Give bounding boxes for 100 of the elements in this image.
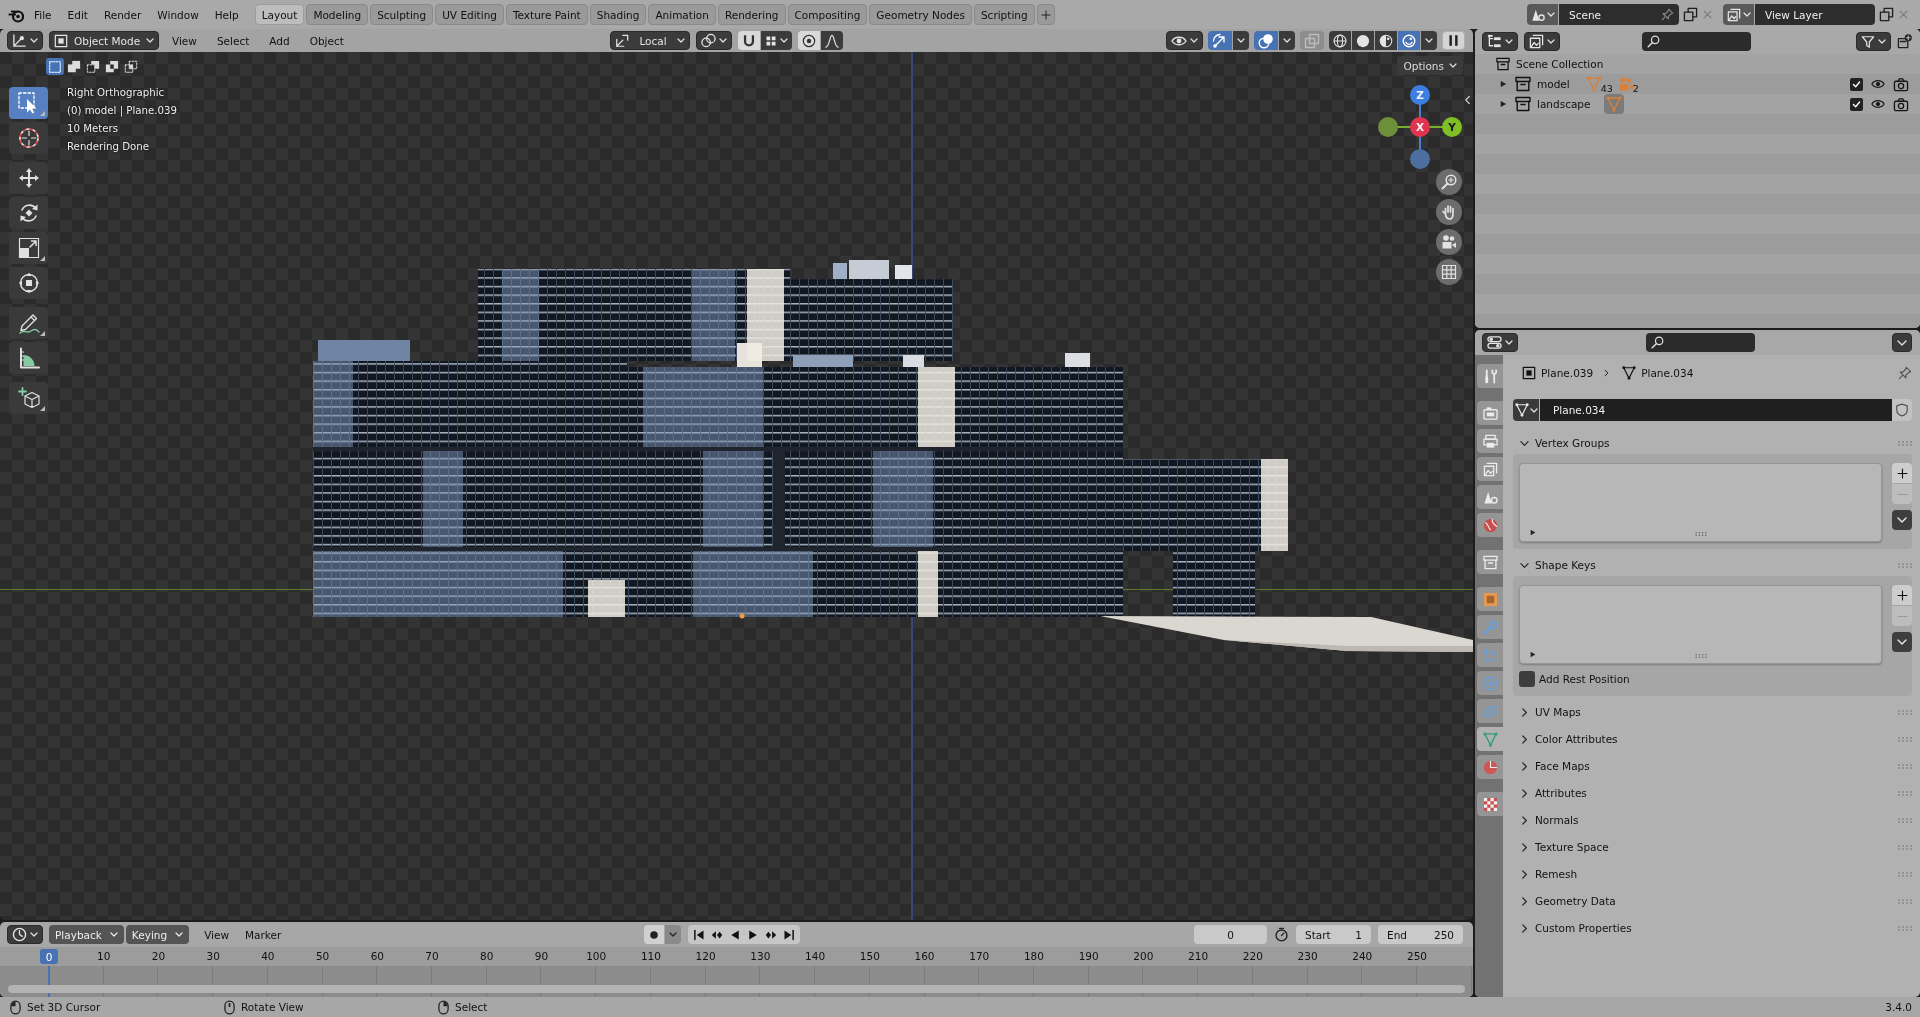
properties-tab[interactable] — [1477, 755, 1503, 779]
add-button[interactable] — [1892, 463, 1912, 483]
expand-triangle-icon[interactable] — [1530, 651, 1536, 658]
chevron-down-icon[interactable] — [1520, 438, 1529, 448]
skip-start-icon[interactable] — [693, 928, 705, 941]
stopwatch-icon[interactable] — [1274, 927, 1289, 942]
resize-grip-icon[interactable] — [1694, 532, 1707, 536]
start-frame-field[interactable]: Start 1 — [1296, 925, 1371, 944]
menu-item[interactable]: Select — [209, 31, 257, 50]
panel-title[interactable]: Color Attributes — [1535, 733, 1618, 745]
properties-tab[interactable] — [1477, 513, 1503, 537]
panel-title[interactable]: Texture Space — [1535, 841, 1609, 853]
chevron-down-icon[interactable] — [1520, 560, 1529, 570]
chevron-right-icon[interactable] — [1520, 788, 1529, 798]
mesh-browse-dropdown[interactable] — [1513, 399, 1539, 421]
end-frame-field[interactable]: End 250 — [1378, 925, 1463, 944]
menu-dropdown[interactable]: Keying — [125, 925, 190, 944]
panel-title[interactable]: Geometry Data — [1535, 895, 1616, 907]
tool-button[interactable] — [9, 162, 48, 194]
workspace-tab[interactable]: Compositing — [787, 4, 868, 25]
chevron-left-icon[interactable] — [1464, 95, 1471, 105]
panel-title[interactable]: Custom Properties — [1535, 922, 1632, 934]
pin-icon[interactable] — [1898, 366, 1912, 380]
panel-title[interactable]: Normals — [1535, 814, 1579, 826]
skip-end-icon[interactable] — [783, 928, 795, 941]
options-dropdown[interactable]: Options — [1397, 56, 1463, 75]
panel-title[interactable]: Shape Keys — [1535, 559, 1596, 571]
workspace-tab[interactable]: Scripting — [973, 4, 1035, 25]
scene-name-field[interactable]: Scene — [1559, 4, 1679, 25]
panel-title[interactable]: UV Maps — [1535, 706, 1581, 718]
gizmo-toggle[interactable] — [1208, 31, 1232, 50]
chevron-right-icon[interactable] — [1520, 923, 1529, 933]
workspace-tab[interactable]: Geometry Nodes — [869, 4, 972, 25]
editor-type-button[interactable] — [1482, 32, 1518, 51]
chevron-right-icon[interactable] — [1520, 896, 1529, 906]
selection-mode-button[interactable] — [84, 58, 102, 75]
panel-title[interactable]: Remesh — [1535, 868, 1578, 880]
shading-mode-button[interactable] — [1398, 31, 1420, 50]
tool-button[interactable] — [9, 232, 48, 264]
axis-handle[interactable]: Y — [1442, 117, 1462, 137]
workspace-tab[interactable]: UV Editing — [435, 4, 504, 25]
selection-mode-button[interactable] — [103, 58, 121, 75]
view-layer-name-field[interactable]: View Layer — [1755, 4, 1875, 25]
workspace-tab[interactable]: Modeling — [306, 4, 369, 25]
tool-button[interactable] — [9, 267, 48, 299]
axis-handle[interactable]: X — [1410, 117, 1430, 137]
pivot-dropdown[interactable] — [696, 31, 732, 50]
menu-dropdown[interactable]: Playback — [49, 925, 124, 944]
properties-tab[interactable] — [1477, 429, 1503, 453]
pan-button[interactable] — [1436, 199, 1462, 225]
properties-tab[interactable] — [1477, 457, 1503, 481]
include-checkbox[interactable] — [1850, 97, 1863, 111]
camera-icon[interactable] — [1893, 76, 1909, 92]
pause-render-button[interactable] — [1442, 31, 1465, 50]
proportional-edit-toggle[interactable] — [798, 31, 820, 50]
orientation-dropdown[interactable]: Local — [610, 31, 690, 50]
properties-tab[interactable] — [1477, 401, 1503, 425]
chevron-right-icon[interactable] — [1520, 869, 1529, 879]
menu-item[interactable]: View — [165, 31, 204, 50]
panel-title[interactable]: Vertex Groups — [1535, 437, 1610, 449]
visibility-dropdown[interactable] — [1166, 31, 1203, 50]
pin-icon[interactable] — [1661, 8, 1674, 21]
editor-type-button[interactable] — [1482, 333, 1518, 352]
options-dropdown[interactable] — [1233, 31, 1249, 50]
menu-item[interactable]: Window — [149, 3, 207, 26]
workspace-tab[interactable]: Shading — [589, 4, 647, 25]
expand-triangle-icon[interactable] — [1530, 529, 1536, 536]
chevron-right-icon[interactable] — [1520, 842, 1529, 852]
workspace-tab[interactable]: Rendering — [717, 4, 786, 25]
include-checkbox[interactable] — [1850, 77, 1863, 91]
editor-type-button[interactable] — [7, 31, 43, 50]
playhead[interactable]: 0 — [40, 949, 58, 964]
menu-item[interactable]: Object — [302, 31, 351, 50]
snap-toggle[interactable] — [738, 31, 760, 50]
add-workspace-button[interactable] — [1036, 4, 1055, 25]
copy-icon[interactable] — [1879, 7, 1894, 22]
menu-item[interactable]: Help — [206, 3, 247, 26]
workspace-tab[interactable]: Layout — [254, 4, 305, 25]
selection-mode-button[interactable] — [65, 58, 83, 75]
workspace-tab[interactable]: Sculpting — [370, 4, 434, 25]
eye-icon[interactable] — [1870, 97, 1886, 111]
search-field[interactable] — [1642, 32, 1751, 51]
mesh-name-field[interactable]: Plane.034 — [1540, 399, 1892, 421]
outliner-item-label[interactable]: model — [1537, 78, 1570, 90]
chevron-right-icon[interactable] — [1520, 707, 1529, 717]
panel-title[interactable]: Attributes — [1535, 787, 1587, 799]
disclosure-triangle-icon[interactable] — [1500, 80, 1507, 88]
axis-dot-icon[interactable] — [1410, 149, 1430, 169]
falloff-dropdown[interactable] — [821, 31, 843, 50]
properties-tab[interactable] — [1477, 364, 1503, 388]
copy-icon[interactable] — [1683, 7, 1698, 22]
menu-item[interactable]: File — [26, 3, 60, 26]
overlays-toggle[interactable] — [1254, 31, 1278, 50]
tool-button[interactable] — [9, 307, 48, 339]
current-frame-field[interactable]: 0 — [1194, 925, 1267, 944]
eye-icon[interactable] — [1870, 77, 1886, 91]
play-icon[interactable] — [747, 928, 759, 941]
play-reverse-icon[interactable] — [729, 928, 741, 941]
checkbox[interactable] — [1519, 671, 1535, 687]
outliner-item-label[interactable]: landscape — [1537, 98, 1591, 110]
